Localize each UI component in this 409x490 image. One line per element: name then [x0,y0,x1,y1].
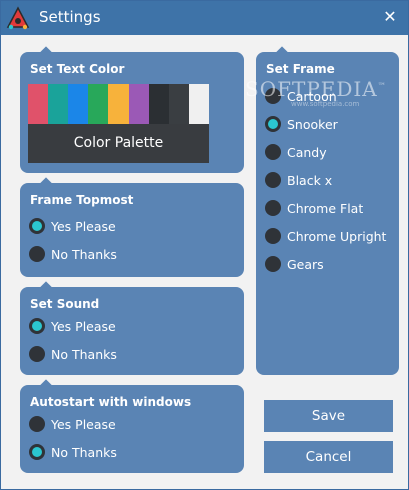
panel-pointer [276,46,288,58]
cancel-button[interactable]: Cancel [264,441,393,473]
frame-title: Set Frame [266,62,335,76]
frame-option-black-x[interactable]: Black x [265,170,332,190]
radio-label: Snooker [287,116,338,132]
app-logo-icon [6,6,30,30]
radio-label: Yes Please [51,218,116,234]
frame-option-chrome-flat[interactable]: Chrome Flat [265,198,363,218]
watermark-text: SOFTPEDIA [245,77,378,101]
radio-button[interactable] [29,416,45,432]
color-swatch[interactable] [108,84,129,124]
radio-button[interactable] [29,218,45,234]
radio-button[interactable] [29,346,45,362]
radio-button[interactable] [29,246,45,262]
softpedia-watermark: SOFTPEDIA™ [245,77,387,101]
radio-label: Yes Please [51,318,116,334]
color-swatch[interactable] [188,84,209,124]
radio-label: Gears [287,256,324,272]
frame-option-snooker[interactable]: Snooker [265,114,338,134]
radio-button[interactable] [265,116,281,132]
radio-label: Yes Please [51,416,116,432]
save-button[interactable]: Save [264,400,393,432]
radio-label: Black x [287,172,333,188]
radio-label: No Thanks [51,346,117,362]
autostart-option-no[interactable]: No Thanks [29,442,117,462]
settings-window: Settings ✕ Set Text Color Color Palette … [0,0,409,490]
frame-option-gears[interactable]: Gears [265,254,324,274]
frame-option-chrome-upright[interactable]: Chrome Upright [265,226,386,246]
radio-label: Chrome Flat [287,200,364,216]
frame-option-candy[interactable]: Candy [265,142,327,162]
color-swatch[interactable] [28,84,49,124]
text-color-title: Set Text Color [30,62,125,76]
radio-label: Candy [287,144,327,160]
autostart-panel: Autostart with windows Yes Please No Tha… [20,379,244,473]
panel-pointer [40,46,52,58]
panel-pointer [40,379,52,391]
sound-panel: Set Sound Yes Please No Thanks [20,281,244,375]
radio-button[interactable] [265,172,281,188]
color-swatch[interactable] [88,84,109,124]
color-swatches [28,84,209,124]
frame-topmost-title: Frame Topmost [30,193,134,207]
text-color-panel: Set Text Color Color Palette [20,46,244,173]
sound-option-no[interactable]: No Thanks [29,344,117,364]
topmost-option-yes[interactable]: Yes Please [29,216,116,236]
radio-label: Chrome Upright [287,228,387,244]
title-bar: Settings ✕ [1,1,408,35]
panel-pointer [40,177,52,189]
sound-option-yes[interactable]: Yes Please [29,316,116,336]
color-swatch[interactable] [148,84,169,124]
color-swatch[interactable] [128,84,149,124]
autostart-option-yes[interactable]: Yes Please [29,414,116,434]
sound-title: Set Sound [30,297,100,311]
window-title: Settings [39,8,101,26]
radio-button[interactable] [29,318,45,334]
watermark-tm: ™ [377,81,387,91]
radio-button[interactable] [265,256,281,272]
radio-label: No Thanks [51,246,117,262]
color-swatch[interactable] [68,84,89,124]
softpedia-watermark-url: www.softpedia.com [291,100,360,108]
autostart-title: Autostart with windows [30,395,192,409]
radio-button[interactable] [265,144,281,160]
frame-topmost-panel: Frame Topmost Yes Please No Thanks [20,177,244,277]
color-swatch[interactable] [168,84,189,124]
radio-button[interactable] [265,228,281,244]
color-swatch[interactable] [48,84,69,124]
radio-label: No Thanks [51,444,117,460]
radio-button[interactable] [29,444,45,460]
color-palette-button[interactable]: Color Palette [28,124,209,163]
topmost-option-no[interactable]: No Thanks [29,244,117,264]
panel-pointer [40,281,52,293]
radio-button[interactable] [265,200,281,216]
close-button[interactable]: ✕ [380,7,400,27]
